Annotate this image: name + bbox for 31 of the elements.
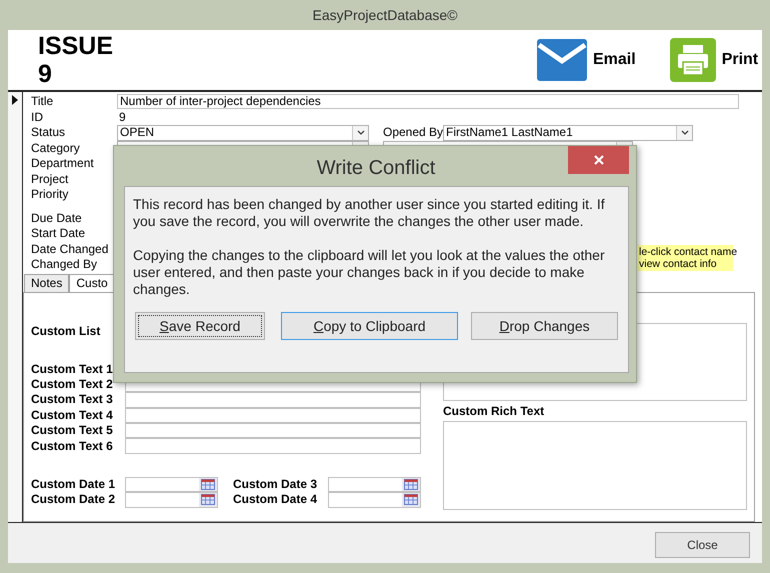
dialog-message: Copying the changes to the clipboard will let you look at the values the other user entered, and then paste your changes back in if you decide to make changes. [133, 247, 606, 298]
field-label: Custom Date 1 [31, 476, 116, 492]
field-label: Project [31, 172, 70, 187]
field-label: Custom Text 4 [31, 408, 114, 423]
dialog-message: This record has been changed by another user since you started editing it. If you save the record, you will overwrite the changes the other user made. [133, 196, 606, 230]
record-heading: ISSUE [38, 32, 114, 60]
field-label: Department [31, 156, 95, 172]
field-label: Priority [31, 187, 70, 202]
field-label: Title [31, 94, 54, 110]
record-number: 9 [38, 60, 53, 88]
field-label: Custom Rich Text [443, 404, 546, 420]
field-label: Changed By [31, 257, 98, 272]
field-label: Opened By [383, 125, 444, 140]
dialog-title: Write Conflict [316, 156, 436, 181]
field-label: ID [31, 110, 44, 125]
field-label: Custom Date 2 [31, 492, 116, 508]
field-label: Custom Date 3 [233, 476, 318, 492]
field-label: Status [31, 125, 66, 140]
field-label: Custom Text 2 [31, 377, 114, 392]
field-label: Custom Text 3 [31, 392, 114, 408]
field-value: 9 [118, 110, 127, 125]
field-label: Custom Text 1 [31, 362, 114, 377]
field-label: Custom Text 5 [31, 423, 114, 438]
field-label: Custom List [31, 324, 100, 338]
window-title: EasyProjectDatabase© [312, 6, 458, 25]
field-label: Category [31, 140, 81, 156]
field-label: Start Date [31, 226, 86, 242]
field-label: Custom Date 4 [233, 492, 318, 508]
field-label: Due Date [31, 210, 83, 226]
field-label: Date Changed [31, 242, 110, 257]
field-label: Custom Text 6 [31, 438, 114, 454]
